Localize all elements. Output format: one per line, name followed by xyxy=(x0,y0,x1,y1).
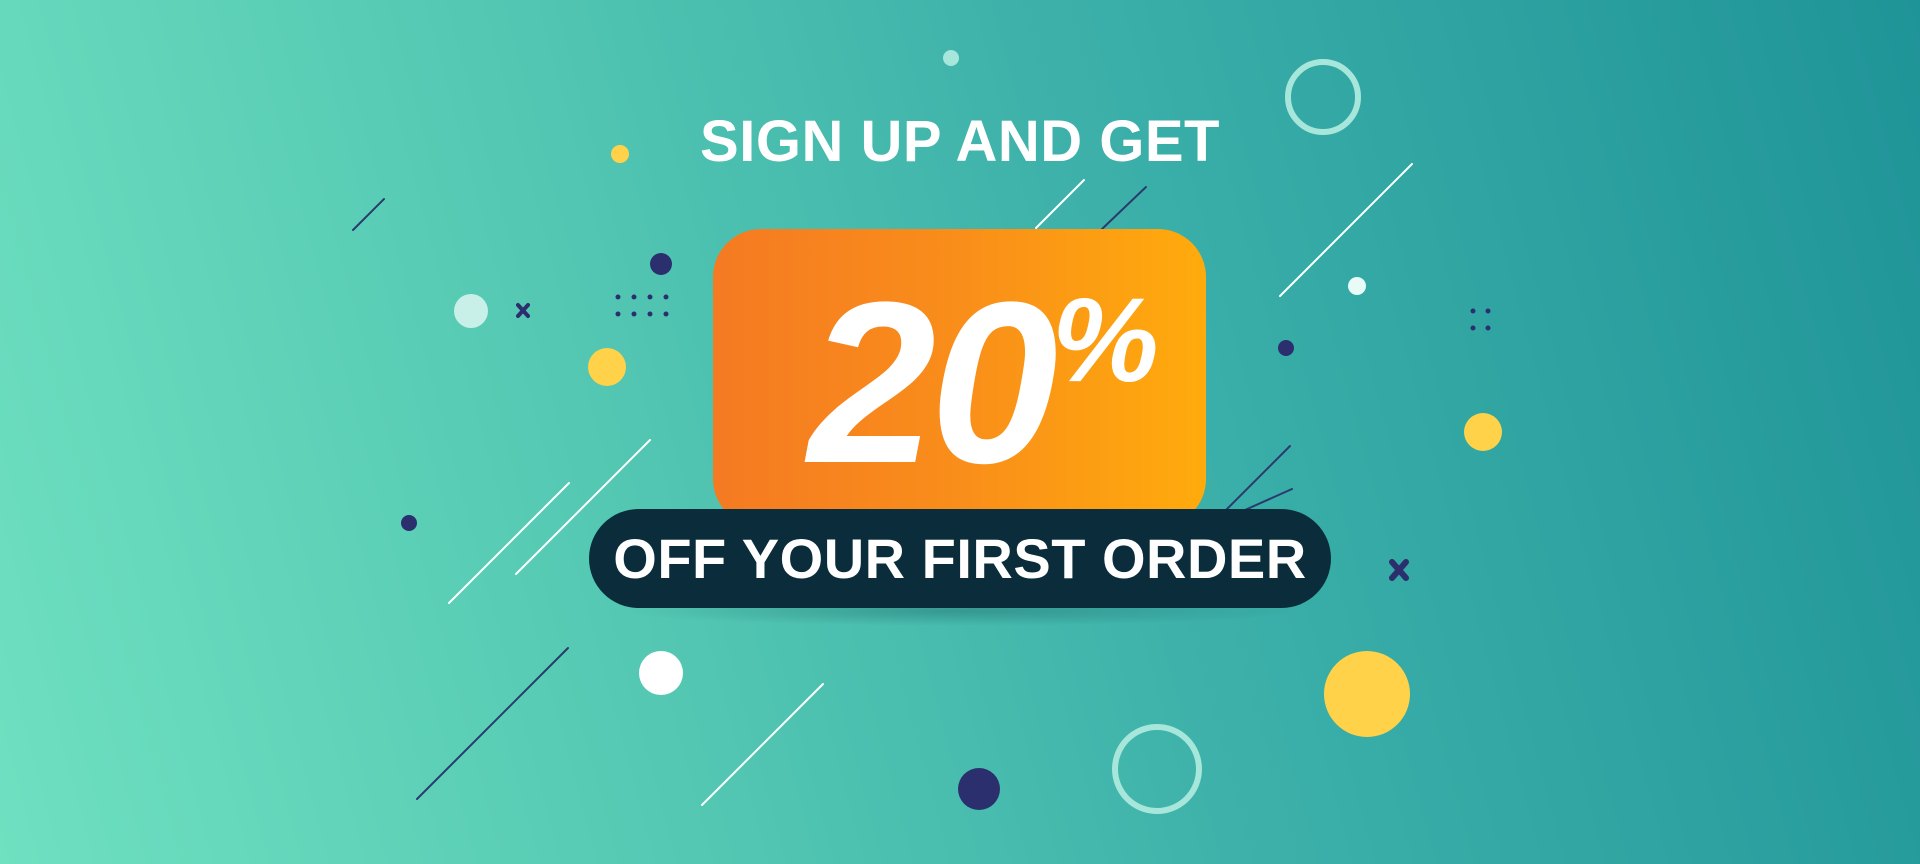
dot-icon xyxy=(639,651,683,695)
dot-icon xyxy=(1464,413,1502,451)
headline: SIGN UP AND GET xyxy=(700,109,1220,174)
tagline-text: OFF YOUR FIRST ORDER xyxy=(613,527,1307,590)
dot-icon xyxy=(1278,340,1294,356)
dot-icon xyxy=(1348,277,1366,295)
circle-ring-icon xyxy=(1112,724,1202,814)
dot-icon xyxy=(1324,651,1410,737)
dot-icon xyxy=(454,294,488,328)
signup-banner: SIGN UP AND GET 20 % OFF YOUR FIRST ORDE… xyxy=(0,0,1920,864)
discount-percent-sign: % xyxy=(1052,273,1159,407)
cross-icon xyxy=(1389,559,1409,581)
dot-grid-icon xyxy=(1470,308,1491,331)
dot-icon xyxy=(958,768,1000,810)
dot-icon xyxy=(650,253,672,275)
tagline-pill: OFF YOUR FIRST ORDER xyxy=(589,509,1331,608)
dot-icon xyxy=(943,50,959,66)
dot-icon xyxy=(588,348,626,386)
dot-icon xyxy=(401,515,417,531)
dot-grid-icon xyxy=(615,294,669,317)
discount-value: 20 xyxy=(808,254,1058,511)
cross-icon xyxy=(516,303,530,318)
